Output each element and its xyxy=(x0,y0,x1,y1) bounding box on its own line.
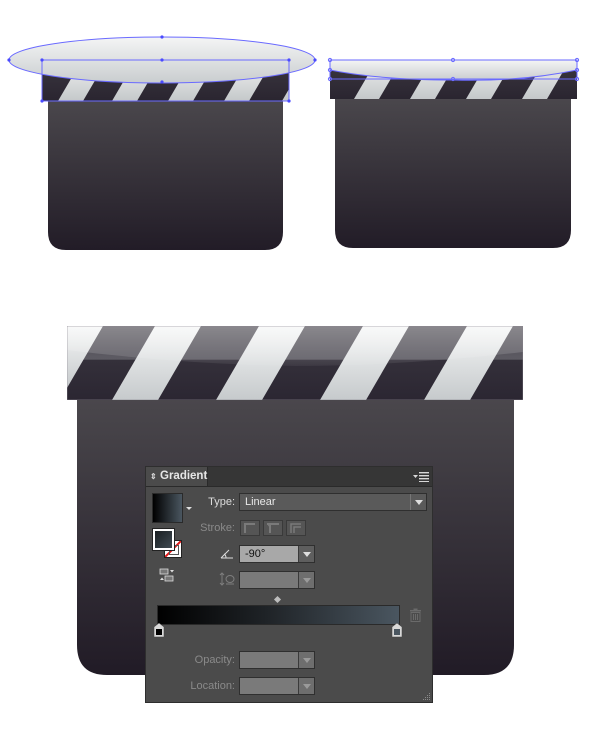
chevron-down-icon xyxy=(298,572,314,588)
board-body xyxy=(335,99,571,248)
chevron-down-icon xyxy=(298,652,314,668)
opacity-input xyxy=(239,651,315,669)
reverse-gradient-icon[interactable] xyxy=(159,568,175,582)
aspect-ratio-icon xyxy=(219,572,235,586)
stroke-across-button xyxy=(286,520,306,536)
clapperboard-step-1 xyxy=(7,35,317,250)
angle-icon xyxy=(220,549,233,559)
resize-grip-icon[interactable] xyxy=(422,692,431,701)
gradient-slider[interactable] xyxy=(157,605,400,625)
angle-value: -90° xyxy=(245,548,266,560)
stroke-along-button xyxy=(263,520,283,536)
gradient-stop-start[interactable] xyxy=(153,623,165,638)
chevron-down-icon[interactable] xyxy=(410,494,426,510)
type-value: Linear xyxy=(245,496,276,508)
gradient-midpoint-handle[interactable] xyxy=(273,595,282,604)
panel-menu-icon[interactable] xyxy=(413,471,429,482)
chevron-down-icon xyxy=(298,678,314,694)
swatch-dropdown-icon[interactable] xyxy=(186,507,192,510)
artwork-top xyxy=(7,35,580,250)
board-body xyxy=(48,101,283,250)
opacity-label: Opacity: xyxy=(194,654,235,666)
gradient-stop-end[interactable] xyxy=(391,623,403,638)
delete-stop-icon[interactable] xyxy=(409,608,422,622)
location-label: Location: xyxy=(190,680,235,692)
type-select[interactable]: Linear xyxy=(239,493,427,511)
gradient-swatch-icon[interactable] xyxy=(152,493,183,523)
aspect-ratio-input xyxy=(239,571,315,589)
stripe-bar xyxy=(67,326,523,400)
stroke-label: Stroke: xyxy=(200,522,235,534)
panel-tab-bar: ⇕ Gradient xyxy=(146,467,432,487)
gradient-panel: ⇕ Gradient Type: Linear Stroke: -90° Opa… xyxy=(145,466,433,703)
angle-input[interactable]: -90° xyxy=(239,545,315,563)
panel-title: Gradient xyxy=(160,470,208,482)
tab-gradient[interactable]: ⇕ Gradient xyxy=(146,467,208,486)
clapperboard-step-2 xyxy=(327,57,580,248)
chevron-down-icon[interactable] xyxy=(298,546,314,562)
stroke-within-button xyxy=(240,520,260,536)
fill-stroke-icon[interactable] xyxy=(153,529,183,559)
fill-swatch[interactable] xyxy=(153,529,174,550)
location-input xyxy=(239,677,315,695)
type-label: Type: xyxy=(208,496,235,508)
up-down-arrows-icon[interactable]: ⇕ xyxy=(150,467,157,486)
